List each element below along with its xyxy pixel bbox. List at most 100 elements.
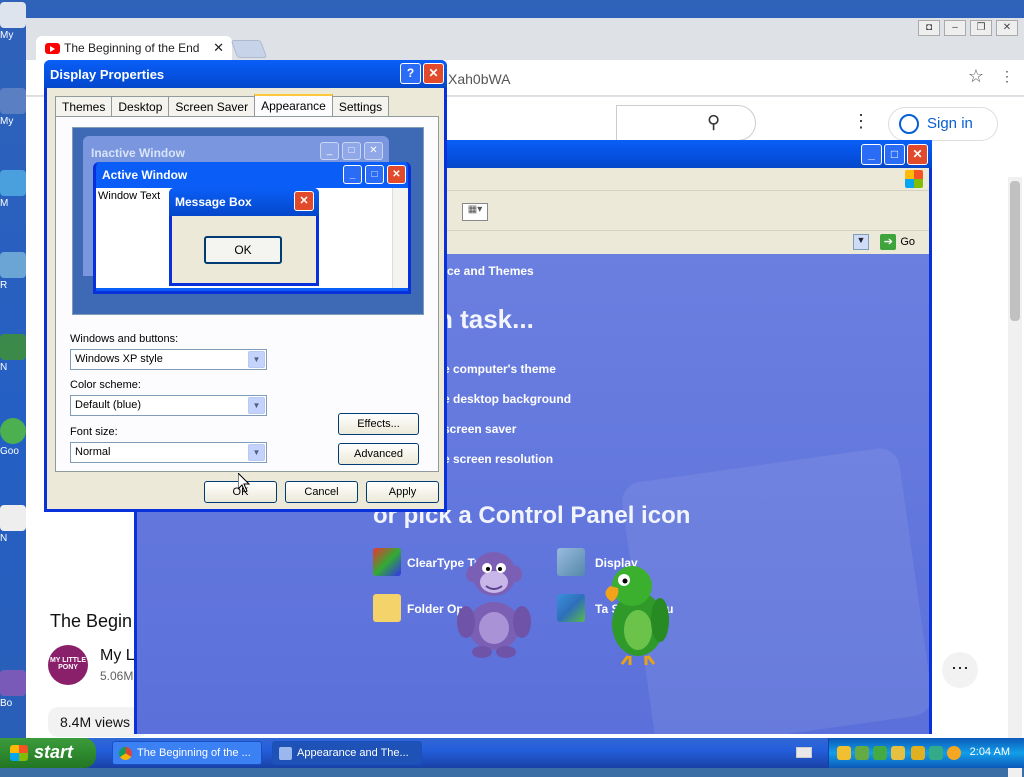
tab-settings[interactable]: Settings (331, 96, 390, 116)
close-button[interactable]: ✕ (423, 63, 444, 84)
tray-icon-1[interactable] (837, 746, 851, 760)
window-text: Window Text (98, 190, 161, 202)
tray-icon-4[interactable] (891, 746, 905, 760)
security-shield-icon[interactable] (911, 746, 925, 760)
taskbar: start The Beginning of the ... Appearanc… (0, 738, 1024, 768)
minimize-button[interactable]: – (944, 20, 966, 36)
desktop-icon-label: Bo (0, 698, 13, 709)
recycle-bin-icon (0, 252, 26, 278)
folder-icon (0, 2, 26, 28)
chrome-icon (119, 747, 132, 760)
color-scheme-select[interactable]: Default (blue) ▼ (70, 395, 267, 416)
network-tray-icon[interactable] (929, 746, 943, 760)
system-tray: 2:04 AM (828, 738, 1024, 768)
taskbar-item-chrome[interactable]: The Beginning of the ... (112, 741, 262, 765)
address-bar[interactable]: Xah0bWA (426, 64, 992, 92)
appearance-preview: Inactive Window _ □ ✕ Active Window _ □ ✕ Wi… (72, 127, 424, 315)
task-link-screensaver[interactable]: screen saver (443, 422, 516, 436)
dialog-titlebar[interactable]: Display Properties ? ✕ (44, 60, 447, 88)
sign-in-label: Sign in (927, 115, 973, 132)
font-size-value: Normal (75, 446, 111, 458)
pick-task-heading: n task... (437, 304, 534, 334)
tray-icon-3[interactable] (873, 746, 887, 760)
more-options-button[interactable]: ··· (942, 652, 978, 688)
tab-title: The Beginning of the End (64, 41, 200, 55)
appearance-panel: Inactive Window _ □ ✕ Active Window _ □ ✕ Wi… (55, 116, 439, 472)
advanced-button[interactable]: Advanced (338, 443, 419, 465)
peedy-parrot-character[interactable] (598, 560, 676, 666)
inactive-window-controls: _ □ ✕ (320, 142, 383, 160)
help-button[interactable]: ? (400, 63, 421, 84)
channel-avatar[interactable]: MY LITTLE PONY (48, 645, 88, 685)
start-button[interactable]: start (0, 738, 96, 768)
search-button[interactable]: ⚲ (616, 105, 756, 141)
tab-close-icon[interactable]: ✕ (213, 40, 224, 56)
clock: 2:04 AM (969, 746, 1010, 758)
windows-logo-icon (905, 170, 923, 188)
youtube-icon (45, 43, 60, 54)
bookmark-star-icon[interactable]: ☆ (968, 66, 984, 87)
task-link-resolution[interactable]: e screen resolution (443, 452, 553, 466)
sign-in-button[interactable]: Sign in (888, 107, 998, 141)
tab-desktop[interactable]: Desktop (111, 96, 170, 116)
inactive-window-title: Inactive Window (91, 146, 185, 160)
subscriber-count: 5.06M (100, 669, 134, 683)
desktop-icon-label: R (0, 280, 8, 291)
app-icon (0, 334, 26, 360)
maximize-button[interactable]: □ (884, 144, 905, 165)
display-icon[interactable] (557, 548, 585, 576)
effects-button[interactable]: Effects... (338, 413, 419, 435)
go-arrow-icon: ➔ (880, 234, 897, 250)
page-scrollbar[interactable] (1008, 177, 1022, 777)
color-scheme-value: Default (blue) (75, 399, 142, 411)
apply-button[interactable]: Apply (366, 481, 439, 503)
bonzi-buddy-character[interactable] (452, 544, 536, 660)
tab-themes[interactable]: Themes (55, 96, 113, 116)
browser-tab[interactable]: The Beginning of the End ✕ (36, 36, 232, 62)
font-size-select[interactable]: Normal ▼ (70, 442, 267, 463)
cancel-button[interactable]: Cancel (285, 481, 358, 503)
minimize-button[interactable]: _ (861, 144, 882, 165)
chrome-menu-icon[interactable]: ⋮ (1000, 68, 1014, 85)
desktop-icon-label: M (0, 198, 9, 209)
view-count[interactable]: 8.4M views (48, 707, 148, 737)
tab-appearance[interactable]: Appearance (254, 94, 333, 117)
search-tray-icon[interactable] (947, 746, 961, 760)
mouse-cursor-icon (238, 473, 250, 493)
cleartype-icon[interactable] (373, 548, 401, 576)
desktop-icon-label: My (0, 116, 14, 127)
keyboard-icon[interactable] (796, 747, 812, 758)
scrollbar-thumb[interactable] (1010, 181, 1020, 321)
settings-kebab-icon[interactable]: ⋮ (852, 111, 870, 132)
window-controls: _ □ ✕ (861, 144, 928, 165)
desktop-icon-label: N (0, 362, 8, 373)
tray-icon-2[interactable] (855, 746, 869, 760)
go-button[interactable]: ➔ Go (880, 234, 915, 250)
task-link-background[interactable]: e desktop background (443, 392, 571, 406)
windows-buttons-select[interactable]: Windows XP style ▼ (70, 349, 267, 370)
active-window-title: Active Window (102, 168, 188, 182)
profile-icon[interactable]: ◘ (918, 20, 940, 36)
folder-options-icon[interactable] (373, 594, 401, 622)
channel-name[interactable]: My L (100, 647, 135, 665)
chevron-down-icon[interactable]: ▼ (248, 397, 265, 414)
taskbar-start-menu-icon[interactable] (557, 594, 585, 622)
tab-screen-saver[interactable]: Screen Saver (168, 96, 256, 116)
close-button[interactable]: ✕ (996, 20, 1018, 36)
new-tab-button[interactable] (230, 40, 268, 58)
dialog-title: Display Properties (50, 67, 165, 82)
close-button[interactable]: ✕ (907, 144, 928, 165)
color-scheme-label: Color scheme: (70, 379, 141, 391)
chevron-down-icon[interactable]: ▼ (248, 444, 265, 461)
task-link-theme[interactable]: e computer's theme (443, 362, 556, 376)
taskbar-item-appearance[interactable]: Appearance and The... (272, 741, 422, 765)
restore-button[interactable]: ❐ (970, 20, 992, 36)
desktop-icon-label: N (0, 533, 8, 544)
windows-flag-icon (10, 745, 28, 761)
chevron-down-icon[interactable]: ▼ (248, 351, 265, 368)
address-text: Xah0bWA (448, 71, 511, 87)
channel-logo-text: MY LITTLE PONY (49, 657, 87, 671)
address-dropdown-icon[interactable]: ▼ (853, 234, 869, 250)
active-window-controls: _ □ ✕ (343, 165, 406, 184)
views-button[interactable]: ▦▾ (462, 203, 488, 221)
